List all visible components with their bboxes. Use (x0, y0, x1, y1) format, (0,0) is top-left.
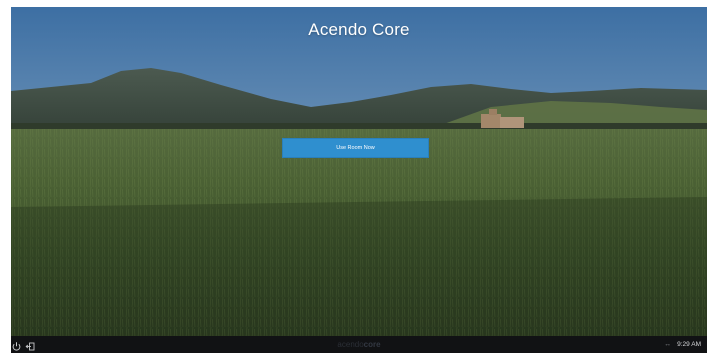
taskbar: acendocore ↔ 9:29 AM (11, 336, 707, 353)
resize-arrows-icon[interactable]: ↔ (664, 339, 671, 350)
landscape-background (11, 68, 707, 336)
app-title: Acendo Core (308, 20, 410, 39)
taskbar-right-status: ↔ 9:29 AM (664, 339, 701, 350)
room-display-screen: Acendo Core Use Room Now (11, 7, 707, 336)
clock-time: 9:29 AM (677, 341, 701, 348)
brand-logo: acendocore (11, 339, 707, 350)
use-room-now-button[interactable]: Use Room Now (282, 138, 429, 158)
brand-logo-bold: core (363, 340, 381, 349)
brand-logo-light: acendo (337, 340, 364, 349)
